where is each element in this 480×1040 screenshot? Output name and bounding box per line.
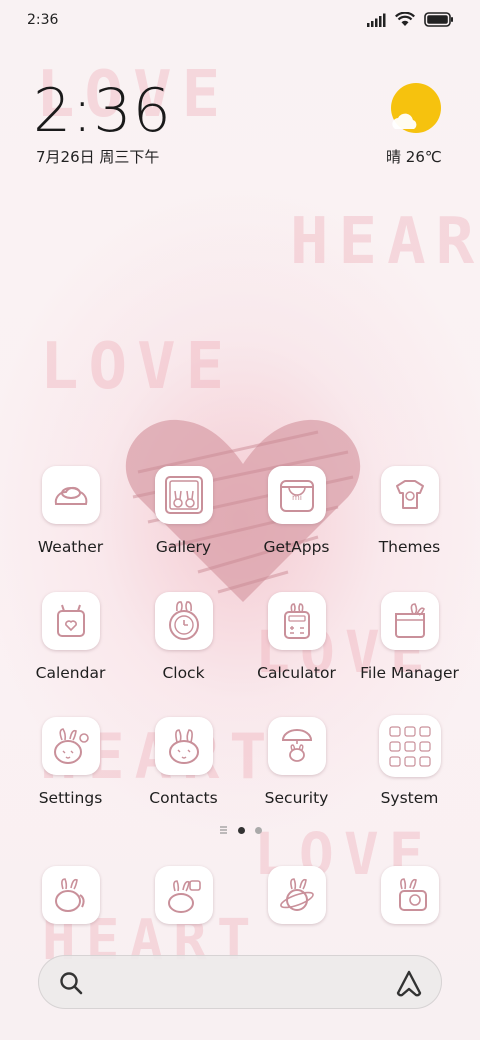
camera-icon [380,866,439,924]
dock-camera[interactable] [353,862,466,924]
page-indicator[interactable] [0,826,480,834]
wallpaper-word: HEAR [290,205,480,279]
contacts-icon [154,717,213,775]
page-dot [254,826,262,834]
svg-text:mi: mi [291,493,301,502]
weather-widget[interactable] [386,82,446,142]
menu-lines-icon [219,826,227,834]
search-bar[interactable] [38,955,442,1009]
browser-icon [267,866,326,924]
dock-browser[interactable] [240,862,353,924]
battery-icon [424,12,453,27]
app-file-manager[interactable]: File Manager [353,588,466,682]
app-settings[interactable]: Settings [14,713,127,807]
app-label: Calendar [35,664,106,682]
app-calculator[interactable]: Calculator [240,588,353,682]
assistant-icon[interactable] [394,969,424,997]
home-clock-date[interactable]: 7月26日 周三下午 [36,146,159,167]
app-gallery[interactable]: Gallery [127,462,240,556]
app-label: Contacts [149,789,218,807]
app-themes[interactable]: Themes [353,462,466,556]
app-label: Calculator [257,664,336,682]
app-calendar[interactable]: Calendar [14,588,127,682]
app-getapps[interactable]: mi GetApps [240,462,353,556]
app-clock[interactable]: Clock [127,588,240,682]
weather-icon [41,466,100,524]
page-dot-active [237,826,245,834]
app-weather[interactable]: Weather [14,462,127,556]
system-folder-icon [378,715,441,777]
app-label: Themes [378,538,441,556]
weather-text[interactable]: 晴 26℃ [386,146,442,167]
gallery-icon [154,466,213,524]
calendar-icon [41,592,100,650]
app-label: File Manager [360,664,459,682]
app-label: Security [264,789,329,807]
wifi-icon [395,12,415,26]
app-contacts[interactable]: Contacts [127,713,240,807]
calculator-icon [267,592,326,650]
app-security[interactable]: Security [240,713,353,807]
file-manager-icon [380,592,439,650]
status-bar: 2:36 [0,0,480,44]
security-icon [267,717,326,775]
search-icon[interactable] [58,970,84,996]
phone-icon [41,866,100,924]
dock-messages[interactable] [127,862,240,924]
app-label: Settings [38,789,103,807]
wallpaper-word: LOVE [40,330,235,404]
messages-icon [154,866,213,924]
app-system-folder[interactable]: System [353,713,466,807]
getapps-icon: mi [267,466,326,524]
app-label: System [380,789,439,807]
dock-phone[interactable] [14,862,127,924]
weather-temperature: 26℃ [405,148,442,166]
app-label: GetApps [263,538,330,556]
app-label: Gallery [155,538,212,556]
app-label: Weather [37,538,104,556]
sun-cloud-icon [391,83,441,133]
signal-icon [367,13,386,27]
app-label: Clock [162,664,205,682]
clock-icon [154,592,213,650]
weather-condition: 晴 [386,148,402,166]
home-clock-time[interactable]: 2:36 [33,76,172,146]
status-time: 2:36 [27,12,59,28]
settings-icon [41,717,100,775]
themes-icon [380,466,439,524]
